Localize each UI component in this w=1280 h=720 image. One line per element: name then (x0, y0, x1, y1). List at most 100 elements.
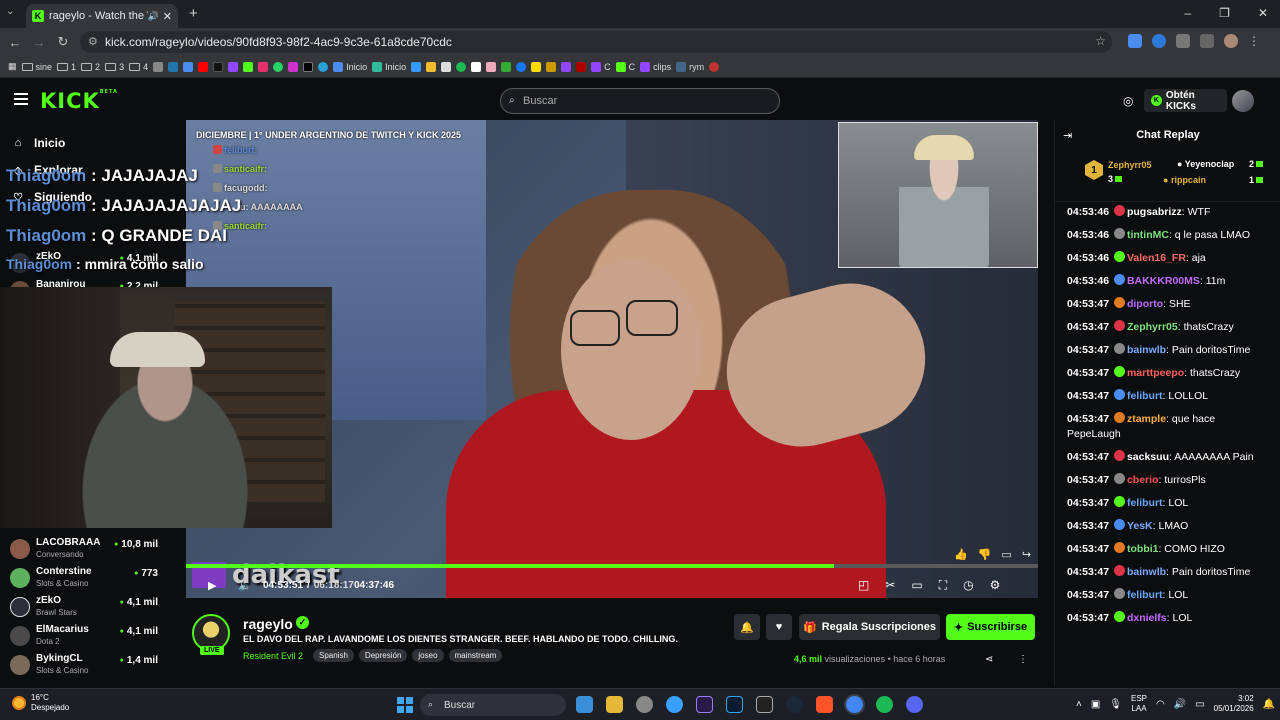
notifications-icon[interactable]: 🔔 (1263, 699, 1275, 710)
language-indicator[interactable]: ESP LAA (1131, 694, 1147, 714)
bookmark-icon[interactable] (501, 61, 512, 72)
clip-icon[interactable]: ✂ (885, 578, 895, 593)
bookmark-icon[interactable] (456, 61, 467, 72)
chat-username[interactable]: cberio (1127, 474, 1159, 486)
menu-icon[interactable] (14, 93, 28, 105)
chat-username[interactable]: Valen16_FR (1127, 252, 1186, 264)
chat-username[interactable]: marttpeepo (1127, 367, 1184, 379)
bookmark-icon[interactable] (576, 61, 587, 72)
leader-name[interactable]: Zephyrr05 (1108, 160, 1152, 170)
chat-username[interactable]: pugsabrizz (1127, 206, 1182, 218)
kick-logo[interactable]: KICKBETA (40, 89, 118, 113)
bookmark-clips[interactable]: clips (640, 61, 671, 72)
bookmark-icon[interactable] (411, 61, 422, 72)
fullscreen-icon[interactable]: ⛶ (939, 578, 947, 593)
bookmark-icon[interactable] (153, 61, 164, 72)
bookmark-star-icon[interactable]: ☆ (1095, 34, 1106, 48)
back-icon[interactable]: ← (3, 35, 27, 50)
dislike-icon[interactable]: 👎 (978, 548, 992, 561)
sidebar-item-inicio[interactable]: ⌂ Inicio (12, 136, 66, 150)
bookmark-folder[interactable]: 2 (81, 62, 100, 72)
chat-username[interactable]: tobbi1 (1127, 543, 1159, 555)
bookmark-icon[interactable] (531, 61, 542, 72)
comment-icon[interactable]: ▭ (1001, 548, 1011, 561)
gift-subs-button[interactable]: 🎁 Regala Suscripciones (799, 614, 940, 640)
bookmark-icon[interactable] (183, 61, 194, 72)
apps-icon[interactable]: ▦ (8, 61, 17, 72)
channel-item[interactable]: ConterstineSlots & Casino773 (10, 565, 172, 593)
epic-games-icon[interactable] (756, 696, 773, 713)
follow-button[interactable]: ♥ (766, 614, 792, 640)
streamer-name[interactable]: rageylo (243, 616, 293, 632)
extensions-icon[interactable] (1176, 34, 1190, 48)
telegram-bookmark-icon[interactable] (318, 61, 329, 72)
settings-icon[interactable]: ⚙ (990, 578, 1001, 593)
close-tab-icon[interactable]: ✕ (163, 10, 172, 23)
tag[interactable]: Spanish (313, 649, 354, 662)
youtube-bookmark-icon[interactable] (198, 61, 209, 72)
minimize-icon[interactable]: – (1184, 6, 1191, 20)
app-icon[interactable] (666, 696, 683, 713)
new-tab-icon[interactable]: + (189, 5, 198, 22)
whatsapp-bookmark-icon[interactable] (273, 61, 284, 72)
steam-icon[interactable] (786, 696, 803, 713)
instagram-bookmark-icon[interactable] (258, 61, 269, 72)
speed-icon[interactable]: ◷ (963, 578, 973, 593)
mic-icon[interactable]: 🎙 (1109, 699, 1122, 710)
brave-icon[interactable] (816, 696, 833, 713)
leader-name[interactable]: ● Yeyenoclap (1177, 159, 1234, 169)
chat-username[interactable]: feliburt (1127, 497, 1163, 509)
forward-icon[interactable]: → (27, 35, 51, 50)
theater-icon[interactable]: ▭ (911, 578, 922, 593)
search-input[interactable]: ⌕ Buscar (500, 88, 780, 114)
get-kicks-button[interactable]: K Obtén KICKs (1144, 89, 1227, 112)
chat-username[interactable]: ztample (1127, 413, 1166, 425)
bookmark-icon[interactable] (471, 61, 482, 72)
kick-bookmark-icon[interactable] (243, 61, 254, 72)
channel-item[interactable]: ElMacariusDota 24,1 mil (10, 623, 172, 651)
bookmark-icon[interactable] (426, 61, 437, 72)
browser-tab[interactable]: K rageylo - Watch the VOD o 🔊 ✕ (26, 4, 178, 28)
chat-username[interactable]: BAKKKR00MS (1127, 275, 1200, 287)
weather-widget[interactable]: 16°C Despejado (12, 693, 69, 713)
volume-icon[interactable]: 🔈 (238, 579, 252, 592)
obs-icon[interactable] (636, 696, 653, 713)
url-field[interactable]: ⚙ kick.com/rageylo/videos/90fd8f93-98f2-… (80, 31, 1112, 53)
share-icon[interactable]: ⋖ (985, 654, 993, 665)
bookmark-icon[interactable] (486, 61, 497, 72)
chat-username[interactable]: diporto (1127, 298, 1163, 310)
bookmark-inicio[interactable]: Inicio (333, 61, 367, 72)
chat-username[interactable]: sacksuu (1127, 451, 1169, 463)
facebook-bookmark-icon[interactable] (516, 61, 527, 72)
stream-category[interactable]: Resident Evil 2 (243, 651, 303, 661)
bookmark-folder[interactable]: 3 (105, 62, 124, 72)
play-icon[interactable]: ▶ (208, 579, 216, 592)
chat-username[interactable]: feliburt (1127, 589, 1163, 601)
bookmark-c[interactable]: C (615, 61, 635, 72)
notifications-button[interactable]: 🔔 (734, 614, 760, 640)
tag[interactable]: Depresión (358, 649, 408, 662)
channel-item[interactable]: BykingCLSlots & Casino1,4 mil (10, 652, 172, 680)
bookmark-inicio[interactable]: Inicio (372, 61, 406, 72)
speaker-icon[interactable]: 🔊 (148, 11, 159, 22)
chat-username[interactable]: Zephyrr05 (1127, 321, 1178, 333)
translate-ext-icon[interactable] (1128, 34, 1142, 48)
start-button[interactable] (397, 697, 413, 713)
chat-username[interactable]: bainwlb (1127, 344, 1166, 356)
bookmark-icon[interactable] (546, 61, 557, 72)
bookmark-c[interactable]: C (591, 61, 611, 72)
tab-list-icon[interactable]: ⌄ (6, 6, 14, 17)
bookmark-folder[interactable]: 4 (129, 62, 148, 72)
profile-icon[interactable] (1224, 34, 1238, 48)
volume-icon[interactable]: 🔊 (1174, 699, 1186, 710)
reload-icon[interactable]: ↻ (51, 34, 75, 50)
bookmark-folder[interactable]: 1 (57, 62, 76, 72)
x-bookmark-icon[interactable] (303, 61, 314, 72)
video-progress-bar[interactable] (186, 564, 1038, 568)
channel-item[interactable]: zEkOBrawl Stars4,1 mil (10, 594, 172, 622)
chat-username[interactable]: bainwlb (1127, 566, 1166, 578)
media-icon[interactable] (1200, 34, 1214, 48)
twitch-bookmark-icon[interactable] (228, 61, 239, 72)
share-icon[interactable]: ↪ (1022, 548, 1031, 561)
chat-username[interactable]: tintinMC (1127, 229, 1169, 241)
